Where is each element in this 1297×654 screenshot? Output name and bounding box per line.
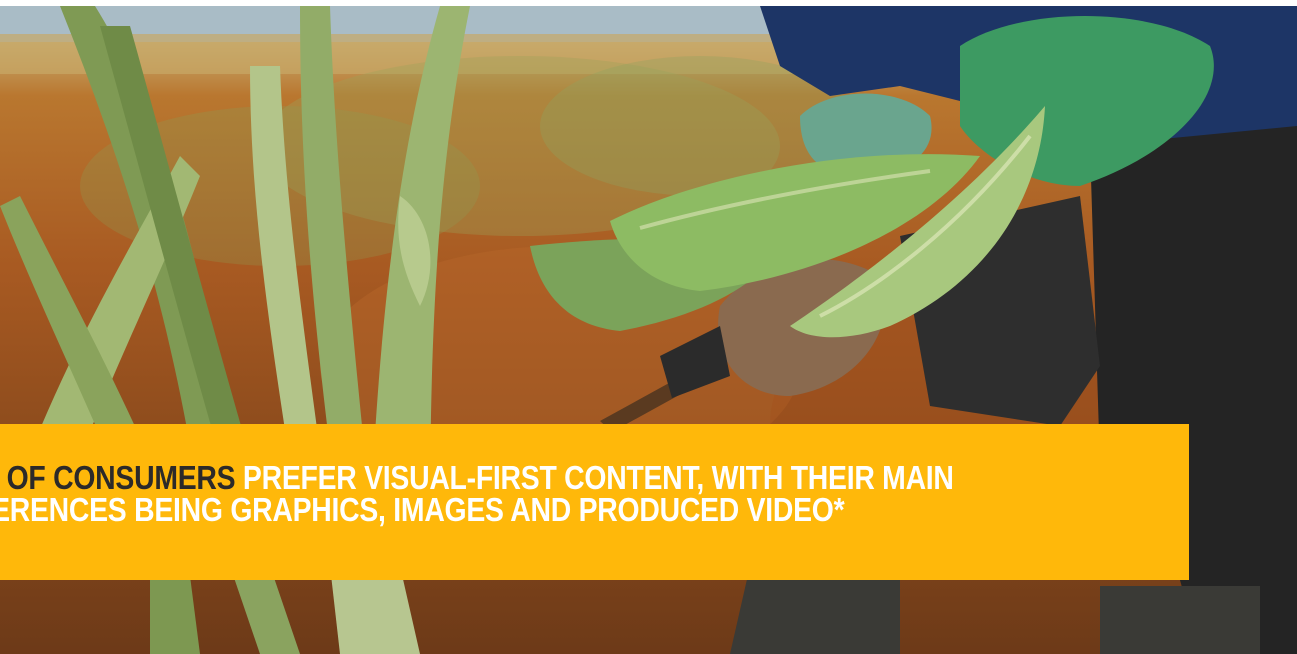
statistic-banner: % OF CONSUMERS PREFER VISUAL-FIRST CONTE… bbox=[0, 424, 1189, 580]
banner-line2-text: FERENCES BEING GRAPHICS, IMAGES AND PROD… bbox=[0, 491, 845, 528]
banner-headline: % OF CONSUMERS PREFER VISUAL-FIRST CONTE… bbox=[0, 461, 1023, 528]
